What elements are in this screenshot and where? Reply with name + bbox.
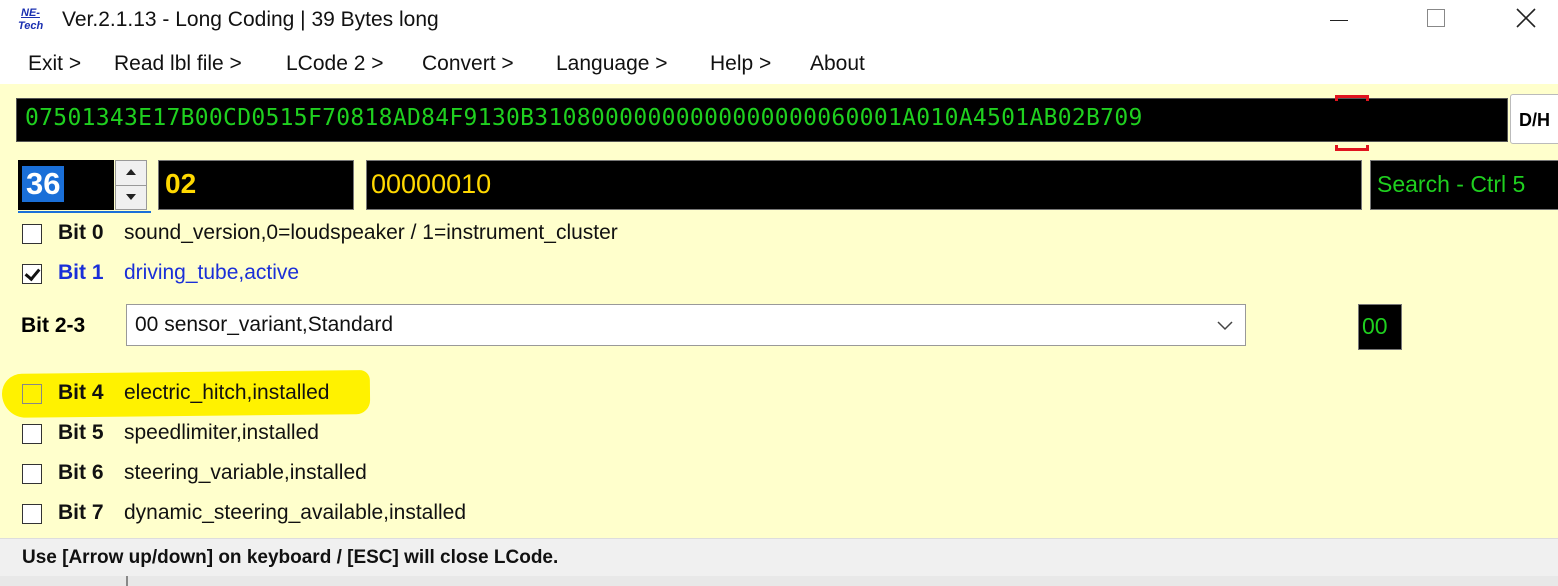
byte-index-spinner[interactable] — [115, 160, 147, 210]
selected-byte-marker-bottom — [1335, 145, 1369, 151]
bit-5-description: speedlimiter,installed — [124, 421, 319, 444]
bit-row-1: Bit 1 driving_tube,active — [0, 258, 1558, 290]
menu-exit[interactable]: Exit > — [28, 52, 81, 76]
spinner-up-icon[interactable] — [116, 161, 146, 186]
menu-lcode-2[interactable]: LCode 2 > — [286, 52, 384, 76]
ne-tech-logo: NE- Tech — [18, 7, 44, 32]
bit-2-3-label: Bit 2-3 — [21, 314, 86, 337]
close-button[interactable] — [1496, 0, 1556, 40]
byte-index-value: 36 — [22, 166, 65, 202]
bit-7-description: dynamic_steering_available,installed — [124, 501, 467, 524]
coding-string-field[interactable]: 07501343E17B00CD0515F70818AD84F9130B3108… — [16, 95, 1508, 151]
bit-5-label: Bit 5 — [58, 421, 104, 444]
bottom-strip — [0, 576, 1558, 586]
bit-0-description: sound_version,0=loudspeaker / 1=instrume… — [124, 221, 618, 244]
menu-language[interactable]: Language > — [556, 52, 668, 76]
dh-button[interactable]: D/H — [1510, 94, 1558, 144]
bit-row-4: Bit 4 electric_hitch,installed — [0, 378, 1558, 410]
bit-1-checkbox[interactable] — [22, 264, 42, 284]
bit-6-description: steering_variable,installed — [124, 461, 367, 484]
bit-5-checkbox[interactable] — [22, 424, 42, 444]
bit-row-5: Bit 5 speedlimiter,installed — [0, 418, 1558, 450]
bit-row-6: Bit 6 steering_variable,installed — [0, 458, 1558, 490]
bit-6-label: Bit 6 — [58, 461, 104, 484]
byte-index-focus-underline — [18, 211, 151, 213]
bit-7-checkbox[interactable] — [22, 504, 42, 524]
byte-hex-field[interactable]: 02 — [158, 160, 354, 210]
byte-index-input[interactable]: 36 — [18, 160, 114, 210]
bit-4-description: electric_hitch,installed — [124, 381, 330, 404]
bit-1-label: Bit 1 — [58, 261, 104, 284]
byte-binary-value: 00000010 — [371, 169, 492, 199]
menu-help[interactable]: Help > — [710, 52, 771, 76]
bit-4-checkbox[interactable] — [22, 384, 42, 404]
menu-bar: Exit > Read lbl file > LCode 2 > Convert… — [0, 44, 1558, 84]
bit-0-label: Bit 0 — [58, 221, 104, 244]
byte-binary-field[interactable]: 00000010 — [366, 160, 1362, 210]
bit-2-3-value-field: 00 — [1358, 304, 1402, 350]
minimize-button[interactable] — [1306, 0, 1366, 40]
bit-4-label: Bit 4 — [58, 381, 104, 404]
bit-row-0: Bit 0 sound_version,0=loudspeaker / 1=in… — [0, 218, 1558, 250]
bit-row-7: Bit 7 dynamic_steering_available,install… — [0, 498, 1558, 530]
bit-7-label: Bit 7 — [58, 501, 104, 524]
bit-0-checkbox[interactable] — [22, 224, 42, 244]
bit-6-checkbox[interactable] — [22, 464, 42, 484]
maximize-button[interactable] — [1406, 0, 1466, 40]
menu-read-lbl-file[interactable]: Read lbl file > — [114, 52, 242, 76]
byte-hex-value: 02 — [165, 168, 197, 199]
close-icon — [1516, 8, 1536, 28]
bit-2-3-selected-option: 00 sensor_variant,Standard — [135, 313, 393, 336]
title-bar: NE- Tech Ver.2.1.13 - Long Coding | 39 B… — [0, 0, 1558, 44]
menu-about[interactable]: About — [810, 52, 865, 76]
lcode-panel: 07501343E17B00CD0515F70818AD84F9130B3108… — [0, 84, 1558, 538]
chevron-down-icon — [1217, 321, 1233, 331]
menu-convert[interactable]: Convert > — [422, 52, 514, 76]
selected-byte-marker-top — [1335, 95, 1369, 101]
bit-2-3-value: 00 — [1362, 313, 1388, 339]
search-button[interactable]: Search - Ctrl 5 — [1370, 160, 1558, 210]
coding-hex-string: 07501343E17B00CD0515F70818AD84F9130B3108… — [25, 105, 1143, 131]
status-bar: Use [Arrow up/down] on keyboard / [ESC] … — [0, 538, 1558, 577]
spinner-down-icon[interactable] — [116, 185, 146, 209]
window-title: Ver.2.1.13 - Long Coding | 39 Bytes long — [62, 8, 439, 31]
status-text: Use [Arrow up/down] on keyboard / [ESC] … — [22, 547, 559, 568]
bit-2-3-dropdown[interactable]: 00 sensor_variant,Standard — [126, 304, 1246, 346]
search-button-label: Search - Ctrl 5 — [1377, 171, 1526, 197]
bit-1-description: driving_tube,active — [124, 261, 300, 284]
